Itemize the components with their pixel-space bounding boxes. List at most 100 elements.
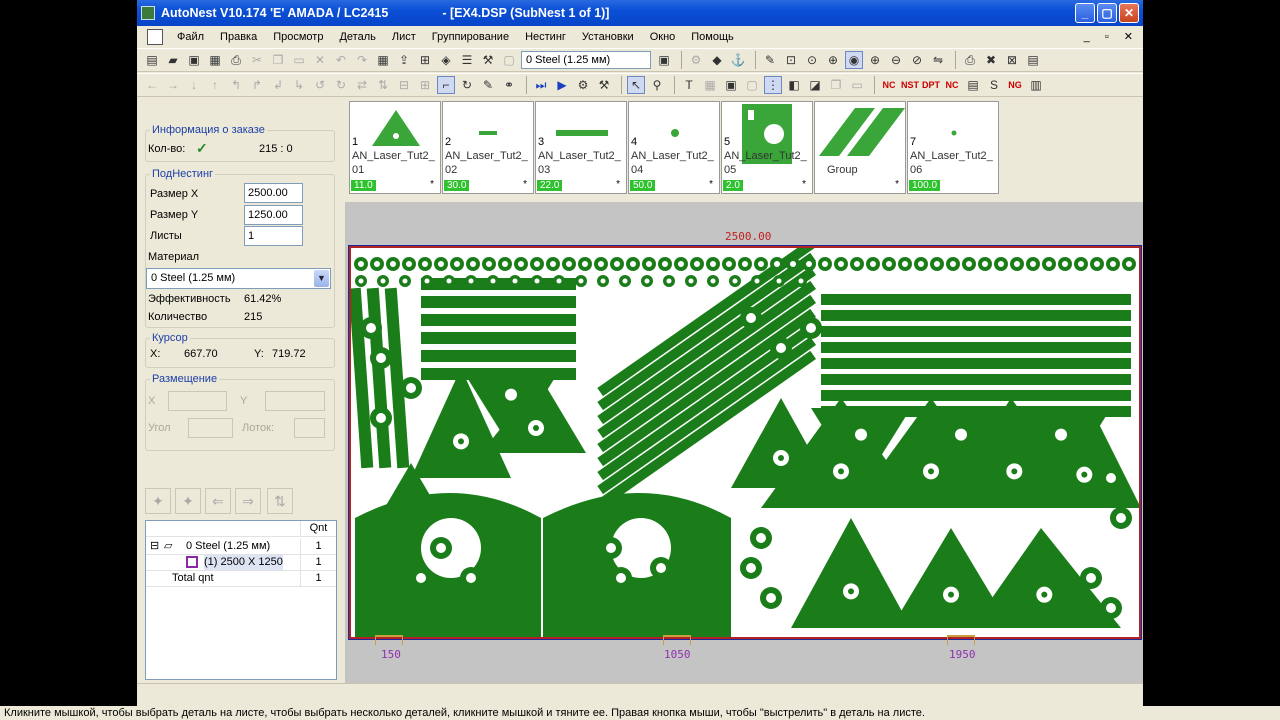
size-x-field[interactable]: 2500.00 xyxy=(244,183,303,203)
run-all-icon[interactable]: ⏭ xyxy=(532,76,550,94)
document-icon[interactable] xyxy=(147,29,163,45)
print-preview-icon[interactable]: ⎙ xyxy=(961,51,979,69)
pan-icon[interactable]: ⊘ xyxy=(908,51,926,69)
placement-y-field[interactable] xyxy=(265,391,325,411)
properties-icon[interactable]: ▤ xyxy=(1024,51,1042,69)
menu-view[interactable]: Просмотр xyxy=(265,31,331,43)
part-tile[interactable]: 3 AN_Laser_Tut2_ 03 22.0 * xyxy=(535,101,627,194)
save-all-icon[interactable]: ▦ xyxy=(206,51,224,69)
angle-field[interactable] xyxy=(188,418,233,438)
chevron-down-icon[interactable]: ▼ xyxy=(314,270,329,287)
gear-icon[interactable]: ⚙ xyxy=(687,51,705,69)
copy-sheet-icon[interactable]: ❐ xyxy=(827,76,845,94)
cut-icon[interactable]: ✂ xyxy=(248,51,266,69)
remove-all-icon[interactable]: ⊠ xyxy=(1003,51,1021,69)
part-tile[interactable]: 7 AN_Laser_Tut2_ 06 100.0 xyxy=(907,101,999,194)
sheet-options-icon[interactable]: ▣ xyxy=(655,51,673,69)
move-corner-3-icon[interactable]: ↲ xyxy=(269,76,287,94)
menu-file[interactable]: Файл xyxy=(169,31,212,43)
box-icon[interactable]: ▢ xyxy=(500,51,518,69)
nc-code-icon[interactable]: NC xyxy=(880,76,898,94)
tree-icon[interactable]: ⊞ xyxy=(416,51,434,69)
zoom-fit-icon[interactable]: ⊕ xyxy=(824,51,842,69)
minimize-button[interactable]: _ xyxy=(1075,3,1095,23)
paste-sheet-icon[interactable]: ▭ xyxy=(848,76,866,94)
material-combo[interactable]: 0 Steel (1.25 мм) xyxy=(521,51,651,69)
tree-row-material[interactable]: ⊟ ▱ 0 Steel (1.25 мм) 1 xyxy=(146,539,336,555)
tools-icon[interactable]: ⚒ xyxy=(479,51,497,69)
export-nc-icon[interactable]: ▥ xyxy=(1027,76,1045,94)
undo-icon[interactable]: ↶ xyxy=(332,51,350,69)
nst-icon[interactable]: NST xyxy=(901,76,919,94)
rotate-part-icon[interactable]: ↻ xyxy=(458,76,476,94)
menu-help[interactable]: Помощь xyxy=(683,31,742,43)
part-tile[interactable]: 4 AN_Laser_Tut2_ 04 50.0 * xyxy=(628,101,720,194)
move-corner-2-icon[interactable]: ↱ xyxy=(248,76,266,94)
rotate-right-icon[interactable]: ↻ xyxy=(332,76,350,94)
text-tool-icon[interactable]: T xyxy=(680,76,698,94)
rotate-left-icon[interactable]: ↺ xyxy=(311,76,329,94)
menu-window[interactable]: Окно xyxy=(642,31,684,43)
prev-button[interactable]: ⇐ xyxy=(205,488,231,514)
nested-parts[interactable] xyxy=(351,248,1141,639)
paste-icon[interactable]: ▭ xyxy=(290,51,308,69)
menu-edit[interactable]: Правка xyxy=(212,31,265,43)
move-up-icon[interactable]: ↑ xyxy=(206,76,224,94)
zoom-part-icon[interactable]: ⊙ xyxy=(803,51,821,69)
zoom-in-icon[interactable]: ⊕ xyxy=(866,51,884,69)
nest-canvas[interactable]: 2500.00 150 1050 1950 xyxy=(345,202,1143,683)
part-tile[interactable]: 5 AN_Laser_Tut2_ 05 2.0 * xyxy=(721,101,813,194)
zoom-sheet-icon[interactable]: ◉ xyxy=(845,51,863,69)
menu-grouping[interactable]: Группирование xyxy=(424,31,517,43)
snap-icon[interactable]: ⋮ xyxy=(764,76,782,94)
sheet[interactable] xyxy=(348,245,1142,640)
move-left-icon[interactable]: ← xyxy=(143,76,161,94)
tree-row-sheet[interactable]: (1) 2500 X 1250 1 xyxy=(146,555,336,571)
tray-field[interactable] xyxy=(294,418,325,438)
open-icon[interactable]: ▰ xyxy=(164,51,182,69)
fill-icon[interactable]: ◪ xyxy=(806,76,824,94)
list-icon[interactable]: ☰ xyxy=(458,51,476,69)
remove-icon[interactable]: ✖ xyxy=(982,51,1000,69)
save-icon[interactable]: ▣ xyxy=(185,51,203,69)
part-tile[interactable]: 1 AN_Laser_Tut2_ 01 11.0 * xyxy=(349,101,441,194)
material-select[interactable]: 0 Steel (1.25 мм) ▼ xyxy=(146,268,331,289)
flip-icon[interactable]: ⇅ xyxy=(374,76,392,94)
close-button[interactable]: ✕ xyxy=(1119,3,1139,23)
ng-icon[interactable]: NG xyxy=(1006,76,1024,94)
collapse-icon[interactable]: ⊟ xyxy=(150,539,159,554)
size-y-field[interactable]: 1250.00 xyxy=(244,205,303,225)
anchor-icon[interactable]: ⚓ xyxy=(729,51,747,69)
sheets-field[interactable]: 1 xyxy=(244,226,303,246)
maximize-button[interactable]: ▢ xyxy=(1097,3,1117,23)
measure-icon[interactable]: ⇋ xyxy=(929,51,947,69)
pin-icon[interactable]: ⚲ xyxy=(648,76,666,94)
nc-icon[interactable]: NC xyxy=(943,76,961,94)
zoom-window-icon[interactable]: ⊡ xyxy=(782,51,800,69)
dpt-icon[interactable]: DPT xyxy=(922,76,940,94)
report-icon[interactable]: ▤ xyxy=(964,76,982,94)
run-icon[interactable]: ▶ xyxy=(553,76,571,94)
align-icon[interactable]: ⊟ xyxy=(395,76,413,94)
sort-button[interactable]: ⇅ xyxy=(267,488,293,514)
move-corner-4-icon[interactable]: ↳ xyxy=(290,76,308,94)
part-icon[interactable]: ◆ xyxy=(708,51,726,69)
next-button[interactable]: ⇒ xyxy=(235,488,261,514)
zoom-out-icon[interactable]: ⊖ xyxy=(887,51,905,69)
gun-icon[interactable]: ⌐ xyxy=(437,76,455,94)
menu-nesting[interactable]: Нестинг xyxy=(517,31,574,43)
auto-nest-icon[interactable]: ⚙ xyxy=(574,76,592,94)
part-tile-group[interactable]: Group * xyxy=(814,101,906,194)
stats-icon[interactable]: S xyxy=(985,76,1003,94)
move-right-icon[interactable]: → xyxy=(164,76,182,94)
sheet-icon[interactable]: ▣ xyxy=(722,76,740,94)
part-tile[interactable]: 2 AN_Laser_Tut2_ 02 30.0 * xyxy=(442,101,534,194)
grid-icon[interactable]: ▦ xyxy=(701,76,719,94)
print-icon[interactable]: ⎙ xyxy=(227,51,245,69)
place-all-button[interactable]: ✦ xyxy=(175,488,201,514)
move-corner-1-icon[interactable]: ↰ xyxy=(227,76,245,94)
select-arrow-icon[interactable]: ↖ xyxy=(627,76,645,94)
frame-icon[interactable]: ▢ xyxy=(743,76,761,94)
layers-icon[interactable]: ◈ xyxy=(437,51,455,69)
pen-icon[interactable]: ✎ xyxy=(761,51,779,69)
